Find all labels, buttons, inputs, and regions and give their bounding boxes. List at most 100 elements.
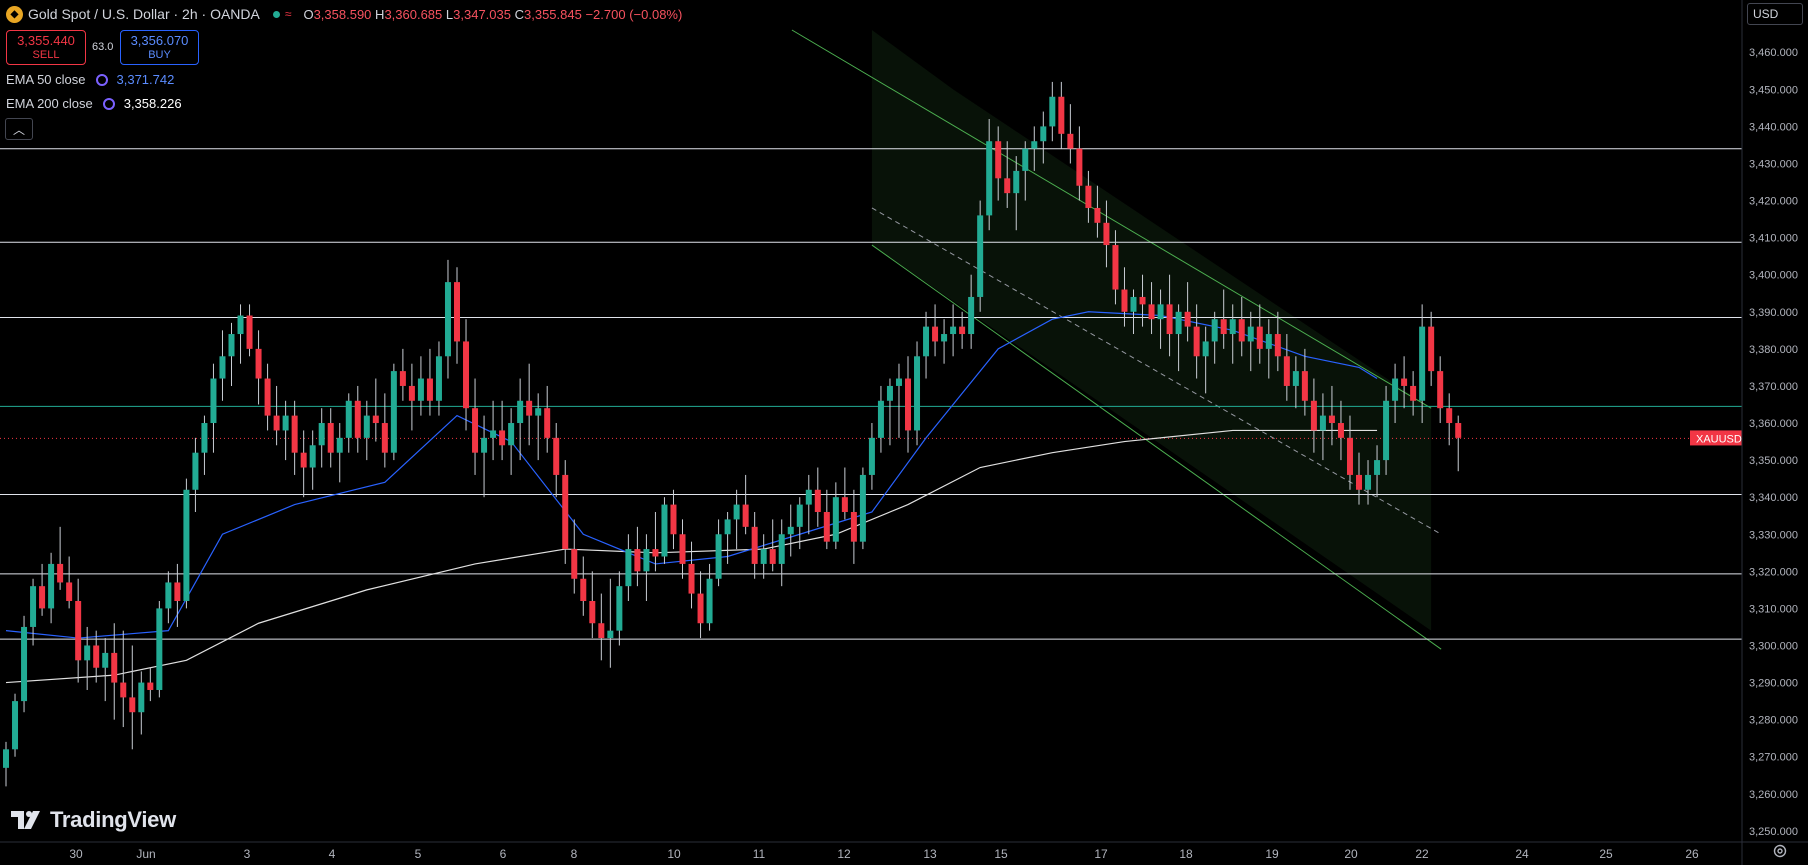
price-chart[interactable]: 3,433.9773,408.7563,388.4753,364.4743,34… [0,0,1808,865]
candle-down[interactable] [1437,371,1444,409]
candle-up[interactable] [1319,415,1326,431]
candle-down[interactable] [1238,319,1245,342]
candle-down[interactable] [426,378,433,401]
candle-down[interactable] [1256,326,1263,349]
candle-down[interactable] [1356,474,1362,490]
candle-up[interactable] [877,400,884,438]
candle-down[interactable] [57,563,64,583]
candle-down[interactable] [129,697,136,713]
candle-down[interactable] [850,512,857,542]
candle-down[interactable] [823,512,830,542]
candle-down[interactable] [589,600,596,624]
candle-up[interactable] [778,534,785,564]
candle-up[interactable] [48,563,55,609]
candle-up[interactable] [868,437,875,475]
candle-down[interactable] [1301,371,1308,401]
candle-up[interactable] [787,526,794,535]
candle-up[interactable] [1175,311,1182,335]
candle-down[interactable] [1220,319,1227,335]
candle-up[interactable] [318,423,325,446]
candle-up[interactable] [895,378,902,386]
candle-up[interactable] [1383,400,1390,461]
candle-up[interactable] [1049,96,1056,127]
candle-down[interactable] [634,549,641,572]
candle-up[interactable] [1229,319,1236,335]
candle-down[interactable] [372,415,379,424]
candle-down[interactable] [1139,296,1146,305]
candle-down[interactable] [544,408,551,438]
candle-down[interactable] [111,652,118,683]
candle-up[interactable] [201,423,208,453]
gear-icon[interactable] [1772,843,1788,859]
candle-up[interactable] [84,645,91,661]
candle-down[interactable] [932,326,939,342]
candle-down[interactable] [769,549,776,564]
candle-up[interactable] [1202,341,1209,357]
candle-down[interactable] [526,400,533,416]
candle-down[interactable] [571,549,578,579]
candle-up[interactable] [724,519,731,535]
candle-down[interactable] [327,423,334,453]
candle-down[interactable] [255,348,262,379]
candle-up[interactable] [805,489,812,505]
candle-down[interactable] [1067,133,1074,149]
candle-up[interactable] [1292,371,1299,386]
candle-down[interactable] [679,534,686,564]
candle-up[interactable] [950,326,957,335]
candle-up[interactable] [508,423,515,446]
candle-down[interactable] [1076,148,1083,186]
candle-down[interactable] [1428,326,1435,372]
candle-down[interactable] [1410,385,1417,401]
candle-down[interactable] [1337,423,1344,438]
candle-down[interactable] [1103,222,1110,246]
candle-up[interactable] [1031,141,1038,149]
candle-down[interactable] [120,682,127,698]
candle-up[interactable] [183,489,190,601]
candle-down[interactable] [66,582,73,601]
candle-down[interactable] [697,593,704,624]
candle-down[interactable] [174,582,181,601]
candle-down[interactable] [652,549,659,557]
candle-up[interactable] [444,282,451,357]
candle-up[interactable] [977,215,984,297]
currency-selector[interactable]: USD [1747,3,1803,25]
candle-up[interactable] [481,437,488,453]
candle-up[interactable] [165,582,172,609]
candle-down[interactable] [1401,378,1408,386]
candle-down[interactable] [1283,356,1290,386]
symbol-header[interactable]: ◆ Gold Spot / U.S. Dollar · 2h · OANDA ≈… [0,3,682,25]
candle-up[interactable] [859,474,866,542]
candle-down[interactable] [472,408,479,453]
candle-up[interactable] [138,682,145,713]
candle-down[interactable] [598,623,605,639]
candle-down[interactable] [147,682,154,690]
candle-up[interactable] [21,626,28,702]
tradingview-logo[interactable]: TradingView [10,806,176,834]
candle-down[interactable] [291,415,298,453]
candle-up[interactable] [616,586,623,631]
candle-up[interactable] [3,749,9,768]
candle-up[interactable] [535,408,542,416]
candle-up[interactable] [661,504,668,557]
candle-up[interactable] [210,378,217,424]
candle-down[interactable] [75,600,82,661]
candle-up[interactable] [796,504,803,527]
candle-down[interactable] [742,504,749,527]
candle-up[interactable] [986,141,993,216]
indicator-ema50[interactable]: EMA 50 close 3,371.742 [6,72,174,87]
candle-up[interactable] [435,356,442,401]
candle-down[interactable] [1058,96,1065,134]
candle-down[interactable] [905,378,911,431]
buy-button[interactable]: 3,356.070 BUY [120,30,199,65]
candle-down[interactable] [1274,334,1281,357]
candle-up[interactable] [886,385,893,401]
candle-up[interactable] [760,549,767,564]
candle-down[interactable] [463,341,470,409]
candle-down[interactable] [1193,326,1200,357]
candle-down[interactable] [688,563,695,594]
candle-up[interactable] [1392,378,1399,401]
candle-up[interactable] [1247,326,1254,342]
candle-up[interactable] [1157,304,1164,320]
candle-down[interactable] [399,371,406,386]
candle-down[interactable] [408,385,415,401]
